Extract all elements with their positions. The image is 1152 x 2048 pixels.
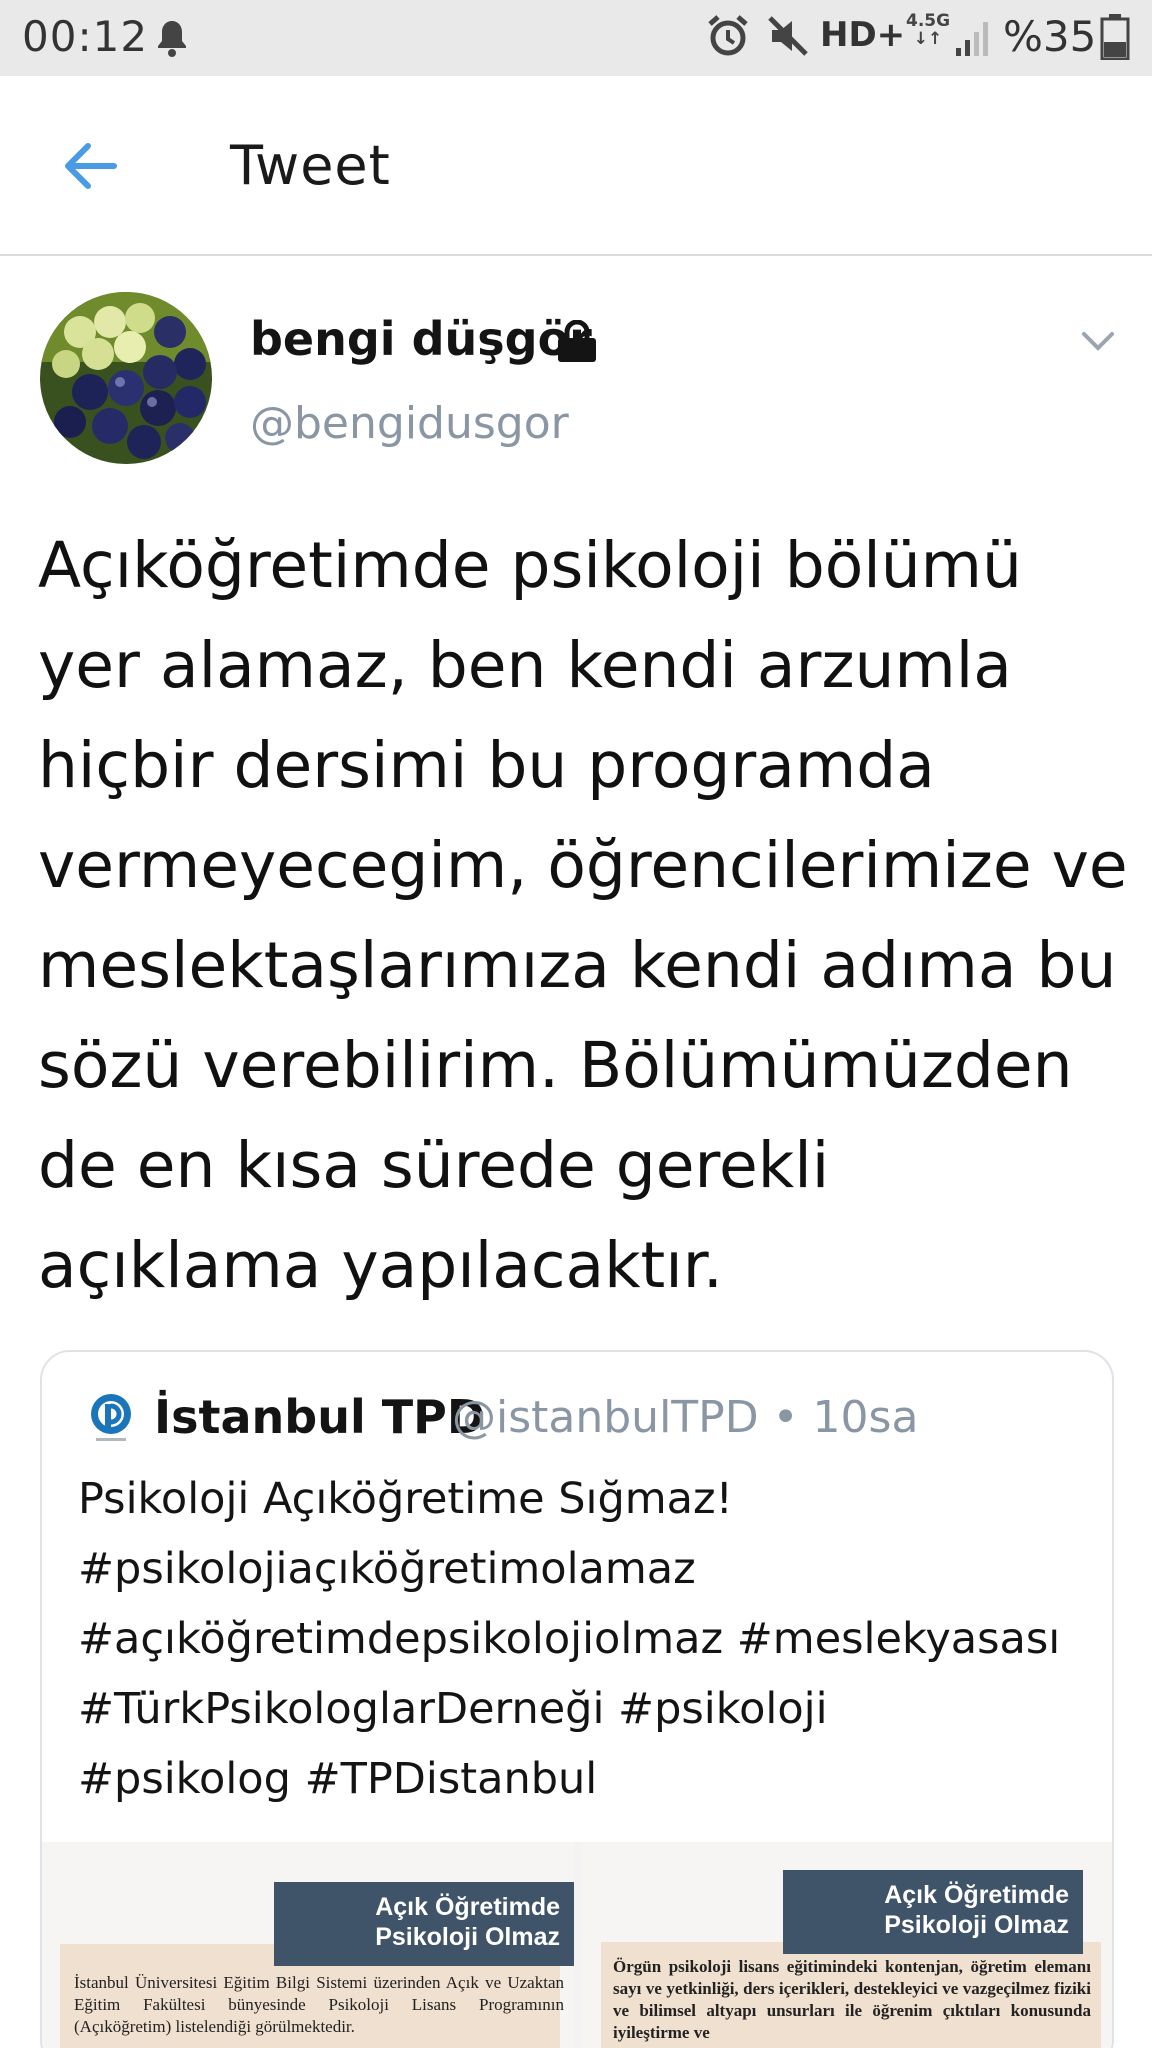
hashtag-line[interactable]: #TürkPsikologlarDerneği #psikoloji [78, 1674, 1098, 1744]
battery-level: %35 [1003, 12, 1097, 61]
quoted-author-name: İstanbul TPD [154, 1390, 486, 1444]
battery-icon [1100, 14, 1130, 64]
signal-icon [954, 18, 994, 62]
avatar[interactable] [40, 292, 212, 464]
network-gen: 4.5G ↓↑ [906, 11, 951, 49]
back-button[interactable] [60, 136, 120, 196]
quoted-media: Açık Öğretimde Psikoloji Olmaz İstanbul … [42, 1842, 1112, 2048]
quoted-line: Psikoloji Açıköğretime Sığmaz! [78, 1474, 733, 1524]
quoted-author-handle: @istanbulTPD [452, 1392, 759, 1443]
alarm-icon [706, 14, 750, 62]
author-name[interactable]: bengi düşgör [250, 312, 592, 366]
lock-icon [554, 319, 600, 368]
quoted-text: Psikoloji Açıköğretime Sığmaz! #psikoloj… [78, 1464, 1098, 1814]
bell-icon [154, 18, 190, 62]
media-image-1[interactable]: Açık Öğretimde Psikoloji Olmaz İstanbul … [42, 1842, 574, 2048]
page-title: Tweet [230, 134, 391, 197]
media-image-2[interactable]: Açık Öğretimde Psikoloji Olmaz Örgün psi… [583, 1842, 1112, 2048]
quoted-time: 10sa [812, 1392, 919, 1443]
hashtag-line[interactable]: #psikolog #TPDistanbul [78, 1744, 1098, 1814]
image-text: Örgün psikoloji lisans eğitimindeki kont… [613, 1957, 1091, 2042]
tpd-logo-icon [88, 1392, 134, 1448]
author-handle[interactable]: @bengidusgor [250, 398, 569, 449]
mute-icon [766, 14, 810, 62]
app-header: Tweet [0, 76, 1152, 256]
image-text: İstanbul Üniversitesi Eğitim Bilgi Siste… [74, 1973, 564, 2036]
status-bar: 00:12 HD+ 4.5G ↓↑ %35 [0, 0, 1152, 76]
meta-separator: • [772, 1392, 799, 1443]
chevron-down-icon[interactable] [1078, 326, 1118, 360]
arrow-left-icon [65, 143, 117, 189]
image-banner: Açık Öğretimde Psikoloji Olmaz [274, 1882, 574, 1966]
image-banner: Açık Öğretimde Psikoloji Olmaz [783, 1870, 1083, 1954]
tweet-text: Açıköğretimde psikoloji bölümü yer alama… [38, 529, 1128, 1302]
quoted-tweet-card[interactable]: İstanbul TPD @istanbulTPD • 10sa Psikolo… [40, 1350, 1114, 2048]
grapes-image [40, 292, 212, 464]
status-time: 00:12 [22, 12, 149, 61]
hashtag-line[interactable]: #psikolojiaçıköğretimolamaz [78, 1534, 1098, 1604]
network-type: HD+ [820, 15, 906, 55]
quoted-meta: @istanbulTPD • 10sa [452, 1392, 918, 1443]
hashtag-line[interactable]: #açıköğretimdepsikolojiolmaz #meslekyasa… [78, 1604, 1098, 1674]
